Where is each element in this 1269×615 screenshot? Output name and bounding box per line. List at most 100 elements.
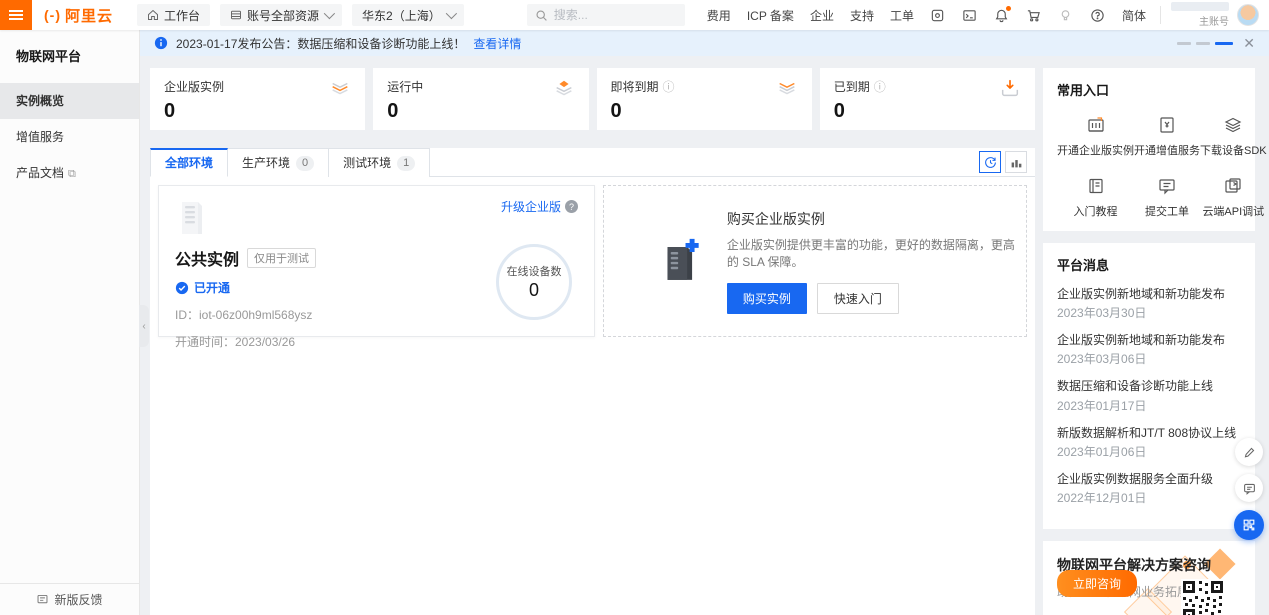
stats-row: 企业版实例 0 运行中 0 <box>150 68 1035 130</box>
sidebar-item-instance-overview[interactable]: 实例概览 <box>0 83 139 119</box>
quick-entry-title: 常用入口 <box>1057 80 1241 99</box>
contact-qr-button[interactable] <box>1234 510 1264 540</box>
quick-link-api-debug[interactable]: 云端API调试 <box>1200 176 1267 219</box>
help-icon[interactable]: ? <box>565 200 578 213</box>
account-menu[interactable]: 主账号 <box>1171 2 1259 28</box>
info-icon <box>154 36 168 50</box>
account-scope-select[interactable]: 账号全部资源 <box>220 4 342 26</box>
logo-mark: (-) <box>44 7 61 23</box>
avatar[interactable] <box>1237 4 1259 26</box>
server-plus-icon <box>656 230 707 292</box>
quick-link-open-enterprise-instance[interactable]: 开通企业版实例 <box>1057 115 1134 158</box>
terminal-icon[interactable] <box>962 7 978 23</box>
pager-dash[interactable] <box>1177 42 1191 45</box>
tab-badge: 0 <box>296 156 314 171</box>
divider <box>1160 6 1161 24</box>
public-instance-card[interactable]: 升级企业版 ? 公共实例 仅用于测试 已开通 ID：iot- <box>158 185 595 337</box>
chart-view-button[interactable] <box>1005 151 1027 173</box>
hamburger-menu-icon[interactable] <box>0 0 32 30</box>
stat-value: 0 <box>387 100 574 123</box>
workbench-button[interactable]: 工作台 <box>137 4 210 26</box>
global-search[interactable] <box>527 4 685 26</box>
feedback-icon <box>36 593 49 606</box>
auto-refresh-button[interactable] <box>979 151 1001 173</box>
region-select[interactable]: 华东2（上海） <box>352 4 464 26</box>
chat-icon <box>1243 482 1256 495</box>
environments-panel: 全部环境 生产环境 0 测试环境 1 <box>150 148 1035 615</box>
instance-title: 公共实例 <box>175 246 239 270</box>
tab-badge: 1 <box>397 156 415 171</box>
buy-enterprise-card: 购买企业版实例 企业版实例提供更丰富的功能，更好的数据隔离，更高的 SLA 保障… <box>603 185 1027 337</box>
expired-icon <box>999 78 1021 100</box>
cart-icon[interactable] <box>1026 7 1042 23</box>
feedback-button[interactable]: 新版反馈 <box>0 583 139 615</box>
bank-icon <box>1086 115 1106 135</box>
stat-card-enterprise-instances: 企业版实例 0 <box>150 68 365 130</box>
pager-dash[interactable] <box>1196 42 1210 45</box>
floating-action-buttons <box>1234 438 1264 540</box>
language-switch[interactable]: 简体 <box>1122 7 1146 24</box>
sidebar-item-product-docs[interactable]: 产品文档⧉ <box>0 155 139 191</box>
topbar-link-tickets[interactable]: 工单 <box>890 7 914 24</box>
stat-value: 0 <box>164 100 351 123</box>
stat-card-expiring-soon: 即将到期ⓘ 0 <box>597 68 812 130</box>
tab-production-environment[interactable]: 生产环境 0 <box>228 148 329 177</box>
app-switcher-icon[interactable] <box>930 7 946 23</box>
lightbulb-icon[interactable] <box>1058 7 1074 23</box>
refresh-clock-icon <box>984 156 997 169</box>
stack-running-icon <box>553 78 575 100</box>
message-item[interactable]: 企业版实例新地域和新功能发布 2023年03月30日 <box>1057 286 1241 321</box>
quick-link-getting-started[interactable]: 入门教程 <box>1057 176 1134 219</box>
topbar-link-icp[interactable]: ICP 备案 <box>747 7 794 24</box>
help-icon[interactable] <box>1090 7 1106 23</box>
sidebar-title: 物联网平台 <box>0 30 139 83</box>
notification-dot <box>1006 6 1011 11</box>
upgrade-enterprise-link[interactable]: 升级企业版 <box>501 198 561 215</box>
left-sidebar: 物联网平台 实例概览 增值服务 产品文档⧉ 新版反馈 ‹ <box>0 30 140 615</box>
quick-start-button[interactable]: 快速入门 <box>817 283 899 314</box>
instance-tag: 仅用于测试 <box>247 248 316 268</box>
message-item[interactable]: 企业版实例新地域和新功能发布 2023年03月06日 <box>1057 332 1241 367</box>
instance-open-time: 开通时间：2023/03/26 <box>175 333 578 350</box>
announcement-detail-link[interactable]: 查看详情 <box>473 35 521 52</box>
document-yen-icon <box>1157 115 1177 135</box>
chevron-down-icon <box>324 8 335 19</box>
sidebar-item-value-added-services[interactable]: 增值服务 <box>0 119 139 155</box>
help-icon[interactable]: ⓘ <box>874 78 886 95</box>
stack-expiring-icon <box>776 78 798 100</box>
topbar-link-support[interactable]: 支持 <box>850 7 874 24</box>
tab-test-environment[interactable]: 测试环境 1 <box>329 148 430 177</box>
search-input[interactable] <box>554 8 664 22</box>
notifications-bell-icon[interactable] <box>994 7 1010 23</box>
feedback-chat-button[interactable] <box>1235 474 1263 502</box>
consult-now-button[interactable]: 立即咨询 <box>1057 570 1137 597</box>
topbar-link-enterprise[interactable]: 企业 <box>810 7 834 24</box>
buy-instance-button[interactable]: 购买实例 <box>727 283 807 314</box>
api-debug-icon <box>1223 176 1243 196</box>
top-bar: (-) 阿里云 工作台 账号全部资源 华东2（上海） 费用 ICP 备案 企业 … <box>0 0 1269 30</box>
announcement-text: 2023-01-17发布公告：数据压缩和设备诊断功能上线！ <box>176 35 465 52</box>
pencil-icon <box>1243 446 1256 459</box>
quick-link-download-sdk[interactable]: 下载设备SDK <box>1200 115 1267 158</box>
solution-consult-card: 物联网平台解决方案咨询 助力企业物联网业务拓展 <box>1043 541 1255 615</box>
server-icon <box>175 198 209 238</box>
stack-icon <box>329 78 351 100</box>
sdk-layers-icon <box>1223 115 1243 135</box>
help-icon[interactable]: ⓘ <box>663 78 675 95</box>
stat-value: 0 <box>611 100 798 123</box>
logo-text: 阿里云 <box>65 5 113 26</box>
message-item[interactable]: 企业版实例数据服务全面升级 2022年12月01日 <box>1057 471 1241 506</box>
sidebar-collapse-handle[interactable]: ‹ <box>139 305 149 347</box>
buy-card-title: 购买企业版实例 <box>727 209 1026 229</box>
tab-all-environments[interactable]: 全部环境 <box>150 148 228 177</box>
quick-link-submit-ticket[interactable]: 提交工单 <box>1134 176 1200 219</box>
close-icon[interactable]: ✕ <box>1243 36 1255 50</box>
topbar-links: 费用 ICP 备案 企业 支持 工单 简体 <box>707 7 1146 24</box>
survey-pencil-button[interactable] <box>1235 438 1263 466</box>
message-item[interactable]: 新版数据解析和JT/T 808协议上线 2023年01月06日 <box>1057 425 1241 460</box>
quick-link-open-value-added-services[interactable]: 开通增值服务 <box>1134 115 1200 158</box>
pager-dash-active[interactable] <box>1215 42 1233 45</box>
aliyun-logo[interactable]: (-) 阿里云 <box>44 5 113 26</box>
message-item[interactable]: 数据压缩和设备诊断功能上线 2023年01月17日 <box>1057 378 1241 413</box>
topbar-link-billing[interactable]: 费用 <box>707 7 731 24</box>
